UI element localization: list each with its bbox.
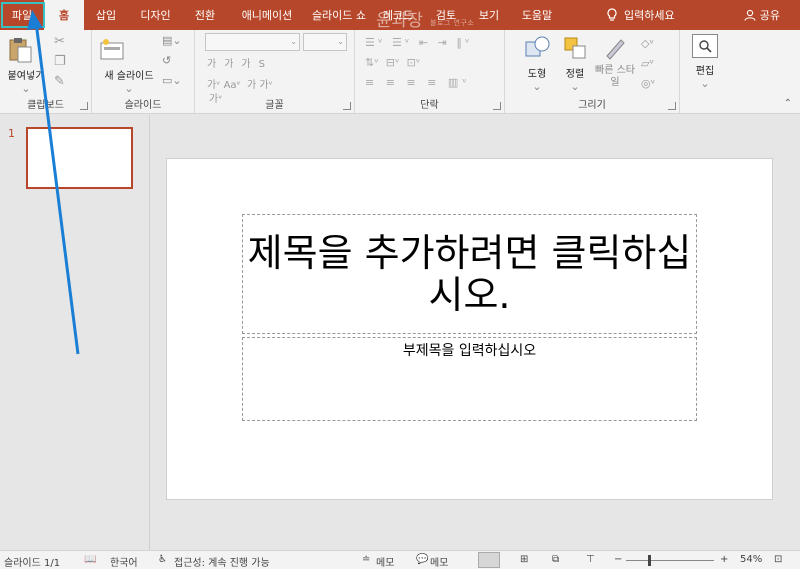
share-button[interactable]: 공유 (744, 0, 780, 30)
editing-button[interactable]: 편집 ⌄ (688, 34, 722, 90)
status-bar: 슬라이드 1/1 📖 한국어 ♿ 접근성: 계속 진행 가능 ≐ 메모 💬 메모… (0, 550, 800, 569)
ribbon: 붙여넣기 ⌄ ✂ ❐ ✎ 클립보드 새 슬라이드 ⌄ ▤⌄ ↺ ▭⌄ 슬라이드 … (0, 30, 800, 114)
zoom-slider[interactable] (626, 560, 714, 561)
drawing-label: 그리기 (578, 100, 606, 111)
shape-format-buttons[interactable]: ◇ᵛ ▱ᵛ ◎ᵛ (641, 34, 655, 94)
paragraph-group: ☰ᵛ ☰ᵛ ⇤ ⇥ ‖ᵛ ⇅ᵛ ⊟ᵛ ⊡ᵛ ≡ ≡ ≡ ≡ ▥ᵛ 단락 (355, 30, 505, 114)
paragraph-label: 단락 (420, 100, 439, 111)
watermark-text: 윤과장 (376, 11, 423, 31)
reading-view-icon[interactable]: ⧉ (552, 554, 559, 565)
tab-slideshow[interactable]: 슬라이드 쇼 (307, 0, 371, 30)
font-style-buttons[interactable]: 가가가S (207, 55, 273, 70)
chevron-down-icon: ⌄ (532, 80, 542, 93)
list-buttons[interactable]: ☰ᵛ ☰ᵛ ⇤ ⇥ ‖ᵛ (365, 36, 472, 49)
normal-view-button[interactable] (478, 552, 500, 568)
accessibility-icon[interactable]: ♿ (158, 554, 167, 565)
paste-button[interactable]: 붙여넣기 ⌄ (6, 36, 46, 95)
share-label: 공유 (759, 9, 780, 22)
slide-count: 슬라이드 1/1 (4, 558, 61, 569)
notes-button[interactable]: 메모 (376, 554, 394, 569)
quick-styles-icon (606, 39, 625, 60)
slide-sorter-view-icon[interactable]: ⊞ (520, 554, 528, 565)
tab-help[interactable]: 도움말 (511, 0, 563, 30)
new-slide-icon (100, 39, 124, 60)
text-direction-buttons[interactable]: ⇅ᵛ ⊟ᵛ ⊡ᵛ (365, 56, 420, 69)
notes-icon[interactable]: ≐ (362, 554, 370, 565)
zoom-slider-thumb[interactable] (648, 555, 651, 566)
chevron-down-icon: ⌄ (570, 80, 580, 93)
fit-to-window-icon[interactable]: ⊡ (774, 554, 782, 565)
arrange-label: 정렬 (565, 69, 585, 80)
clipboard-label: 클립보드 (27, 100, 64, 111)
person-icon (744, 9, 756, 21)
font-launcher-icon[interactable] (343, 102, 351, 110)
alignment-buttons[interactable]: ≡ ≡ ≡ ≡ ▥ᵛ (365, 76, 471, 89)
tell-me-label: 입력하세요 (624, 9, 675, 22)
font-label: 글꼴 (265, 100, 284, 111)
spellcheck-icon[interactable]: 📖 (84, 554, 96, 565)
clipboard-group: 붙여넣기 ⌄ ✂ ❐ ✎ 클립보드 (0, 30, 92, 114)
thumbnail-number: 1 (8, 127, 15, 140)
language-indicator[interactable]: 한국어 (110, 554, 138, 569)
tab-transitions[interactable]: 전환 (183, 0, 227, 30)
cut-icon[interactable]: ✂ (54, 34, 65, 49)
section-icon[interactable]: ▭⌄ (162, 74, 182, 87)
font-size-select[interactable]: ⌄ (303, 33, 347, 51)
clipboard-launcher-icon[interactable] (80, 102, 88, 110)
editing-label: 편집 (695, 66, 715, 77)
tab-home[interactable]: 홈 (44, 0, 84, 30)
lightbulb-icon (607, 8, 617, 21)
accessibility-status[interactable]: 접근성: 계속 진행 가능 (174, 554, 270, 569)
comments-icon[interactable]: 💬 (416, 554, 428, 565)
chevron-down-icon: ⌄ (21, 82, 31, 95)
quick-styles-label: 빠른 스타일 (595, 65, 635, 88)
zoom-level[interactable]: 54% (740, 554, 762, 565)
shapes-icon (525, 36, 550, 57)
reset-icon[interactable]: ↺ (162, 54, 171, 67)
paste-label: 붙여넣기 (7, 71, 45, 82)
magnifier-icon (692, 34, 718, 58)
drawing-group: 도형 ⌄ 정렬 ⌄ 빠른 스타일 ◇ᵛ ▱ᵛ ◎ᵛ 그리기 (505, 30, 680, 114)
editing-group: 편집 ⌄ (680, 30, 730, 114)
slides-label: 슬라이드 (124, 100, 162, 111)
slide-thumbnail-pane: 1 (0, 115, 150, 550)
slide-thumbnail[interactable] (26, 127, 133, 189)
subtitle-placeholder[interactable]: 부제목을 입력하십시오 (242, 337, 697, 421)
tell-me-search[interactable]: 입력하세요 (606, 0, 675, 30)
zoom-in-button[interactable]: + (720, 554, 728, 565)
title-placeholder[interactable]: 제목을 추가하려면 클릭하십시오. (242, 214, 697, 334)
quick-styles-button[interactable]: 빠른 스타일 (593, 34, 637, 89)
paste-icon (9, 38, 32, 63)
tab-design[interactable]: 디자인 (128, 0, 183, 30)
slideshow-view-icon[interactable]: ⊤ (586, 554, 595, 565)
font-group: ⌄ ⌄ 가가가S 가ᵛ Aaᵛ 가 가ᵛ 가ᵛ 글꼴 (195, 30, 355, 114)
arrange-button[interactable]: 정렬 ⌄ (557, 34, 593, 93)
layout-icon[interactable]: ▤⌄ (162, 34, 182, 47)
font-family-select[interactable]: ⌄ (205, 33, 300, 51)
tab-animations[interactable]: 애니메이션 (227, 0, 307, 30)
paragraph-launcher-icon[interactable] (493, 102, 501, 110)
comments-button[interactable]: 메모 (430, 554, 448, 569)
collapse-ribbon-icon[interactable]: ⌃ (784, 98, 792, 109)
shapes-button[interactable]: 도형 ⌄ (519, 34, 555, 93)
new-slide-label: 새 슬라이드 (104, 71, 154, 82)
file-tab-highlight (1, 2, 45, 28)
drawing-launcher-icon[interactable] (668, 102, 676, 110)
shapes-label: 도형 (527, 69, 547, 80)
chevron-down-icon: ⌄ (700, 77, 710, 90)
copy-icon[interactable]: ❐ (54, 54, 66, 69)
arrange-icon (564, 37, 586, 59)
new-slide-button[interactable]: 새 슬라이드 ⌄ (98, 36, 160, 95)
slides-group: 새 슬라이드 ⌄ ▤⌄ ↺ ▭⌄ 슬라이드 (92, 30, 195, 114)
zoom-out-button[interactable]: − (614, 554, 622, 565)
font-size-buttons[interactable]: 가ᵛ Aaᵛ 가 가ᵛ (207, 76, 273, 91)
chevron-down-icon: ⌄ (124, 82, 134, 95)
tab-insert[interactable]: 삽입 (84, 0, 128, 30)
watermark-subtext: 블로그 연구소 (430, 19, 475, 27)
format-painter-icon[interactable]: ✎ (54, 74, 65, 89)
